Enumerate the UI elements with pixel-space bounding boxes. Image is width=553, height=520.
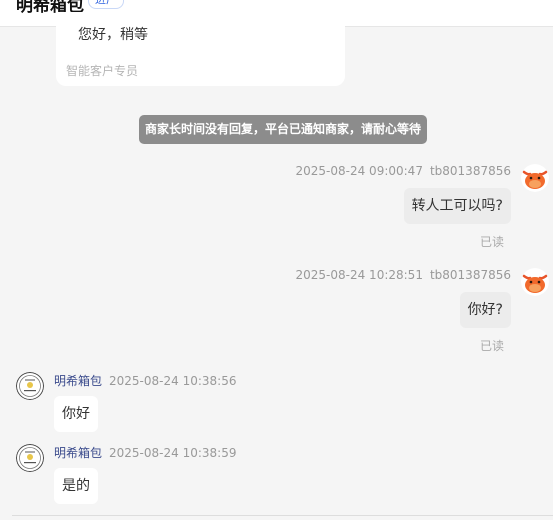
shop-logo-icon[interactable] <box>16 444 44 472</box>
cow-avatar-icon[interactable] <box>521 164 549 192</box>
system-reply-text: 您好，稍等 <box>78 27 148 43</box>
message-meta: 2025-08-24 09:00:47 tb801387856 <box>296 164 512 178</box>
message-time: 2025-08-24 10:38:56 <box>109 374 237 388</box>
read-status: 已读 <box>479 339 504 353</box>
message-sender[interactable]: 明希箱包 <box>54 374 102 388</box>
shop-logo-icon[interactable] <box>16 372 44 400</box>
message-time: 2025-08-24 10:28:51 <box>295 268 423 282</box>
message-meta: 明希箱包 2025-08-24 10:38:59 <box>54 444 236 461</box>
message-bubble[interactable]: 是的 <box>54 468 98 504</box>
message-time: 2025-08-24 09:00:47 <box>295 164 423 178</box>
shop-badge[interactable]: 进广 <box>88 0 124 9</box>
message-bubble[interactable]: 你好? <box>459 292 511 328</box>
read-status: 已读 <box>479 235 504 249</box>
system-reply-footer: 智能客户专员 <box>66 64 139 78</box>
message-sender[interactable]: 明希箱包 <box>54 446 102 460</box>
system-notice: 商家长时间没有回复，平台已通知商家，请耐心等待 <box>139 115 428 144</box>
divider <box>12 515 553 516</box>
message-bubble[interactable]: 转人工可以吗? <box>403 188 511 224</box>
message-bubble[interactable]: 你好 <box>54 396 98 432</box>
message-time: 2025-08-24 10:38:59 <box>109 446 237 460</box>
message-meta: 2025-08-24 10:28:51 tb801387856 <box>296 268 512 282</box>
message-user: tb801387856 <box>429 268 511 282</box>
system-reply-card: 您好，稍等 智能客户专员 <box>56 12 345 86</box>
message-user: tb801387856 <box>429 164 511 178</box>
cow-avatar-icon[interactable] <box>521 268 549 296</box>
message-meta: 明希箱包 2025-08-24 10:38:56 <box>54 372 236 389</box>
